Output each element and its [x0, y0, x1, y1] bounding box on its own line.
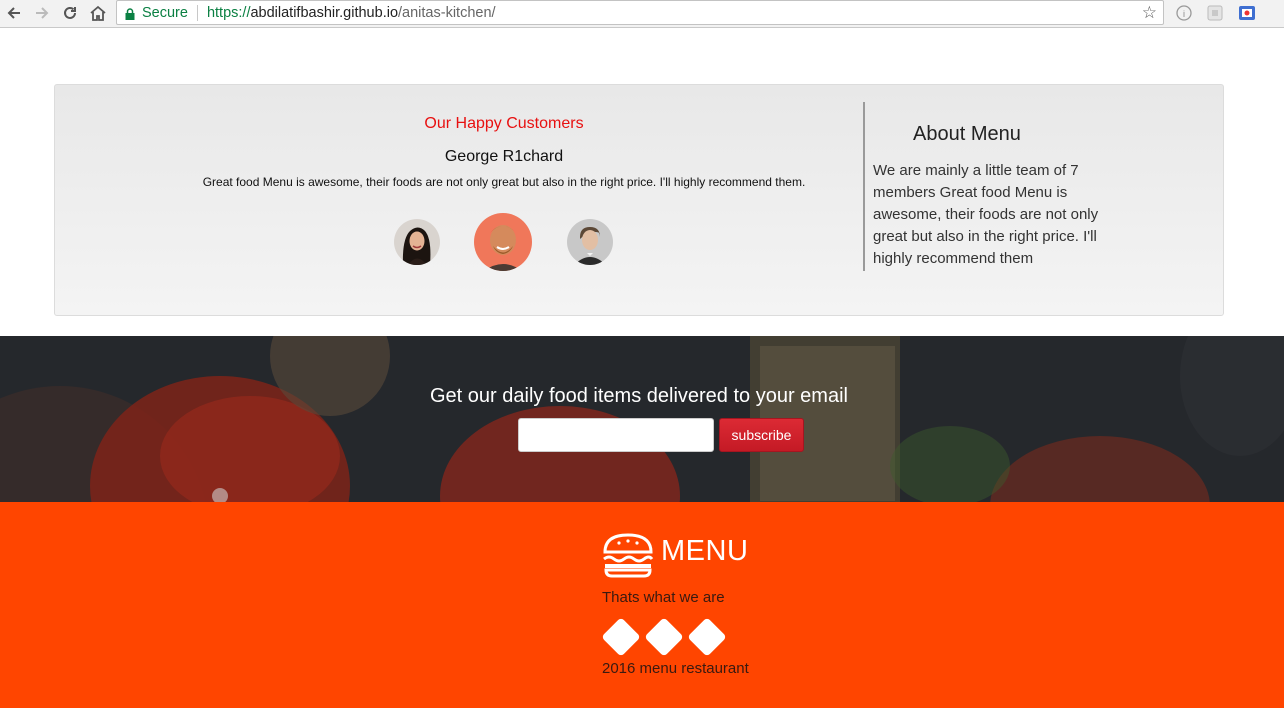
footer: MENU Thats what we are 2016 menu restaur… [0, 502, 1284, 708]
customer-name: George R1chard [444, 148, 564, 165]
extension-info-icon[interactable]: i [1175, 4, 1193, 22]
url-path: /anitas-kitchen/ [398, 4, 496, 21]
lock-icon [125, 7, 135, 20]
newsletter-heading: Get our daily food items delivered to yo… [430, 385, 848, 407]
customer-avatar-man[interactable] [567, 219, 613, 265]
footer-brand: MENU [661, 535, 749, 567]
extension-screen-icon[interactable] [1238, 4, 1256, 22]
subscribe-button[interactable]: subscribe [719, 418, 804, 452]
customer-avatar-man-active[interactable] [474, 213, 532, 271]
address-separator [196, 4, 198, 21]
browser-toolbar: Secure https://abdilatifbashir.github.io… [0, 0, 1284, 28]
decorative-diamond [601, 617, 641, 657]
home-icon[interactable] [87, 2, 109, 24]
back-arrow-icon[interactable] [3, 2, 25, 24]
extension-puzzle-icon[interactable] [1206, 4, 1224, 22]
newsletter-section: Get our daily food items delivered to yo… [0, 336, 1284, 502]
email-input[interactable] [518, 418, 714, 452]
about-heading: About Menu [913, 123, 1021, 145]
address-bar[interactable]: Secure https://abdilatifbashir.github.io… [116, 0, 1164, 25]
reload-icon[interactable] [59, 2, 81, 24]
testimonial-panel: Our Happy Customers George R1chard Great… [54, 84, 1224, 316]
secure-label: Secure [142, 4, 188, 21]
footer-copyright: 2016 menu restaurant [602, 660, 749, 677]
customers-heading: Our Happy Customers [424, 115, 584, 132]
burger-logo-icon [602, 532, 654, 583]
customer-quote: Great food Menu is awesome, their foods … [202, 175, 806, 189]
svg-text:i: i [1183, 9, 1185, 19]
bookmark-star-icon[interactable]: ☆ [1142, 3, 1157, 23]
panel-divider [863, 102, 865, 271]
about-text: We are mainly a little team of 7 members… [873, 162, 1099, 267]
footer-tagline: Thats what we are [602, 589, 725, 606]
decorative-diamond [644, 617, 684, 657]
decorative-diamond [687, 617, 727, 657]
forward-arrow-icon[interactable] [31, 2, 53, 24]
customer-avatar-woman[interactable] [394, 219, 440, 265]
url-scheme: https:// [206, 4, 251, 21]
url-host: abdilatifbashir.github.io [250, 4, 399, 21]
